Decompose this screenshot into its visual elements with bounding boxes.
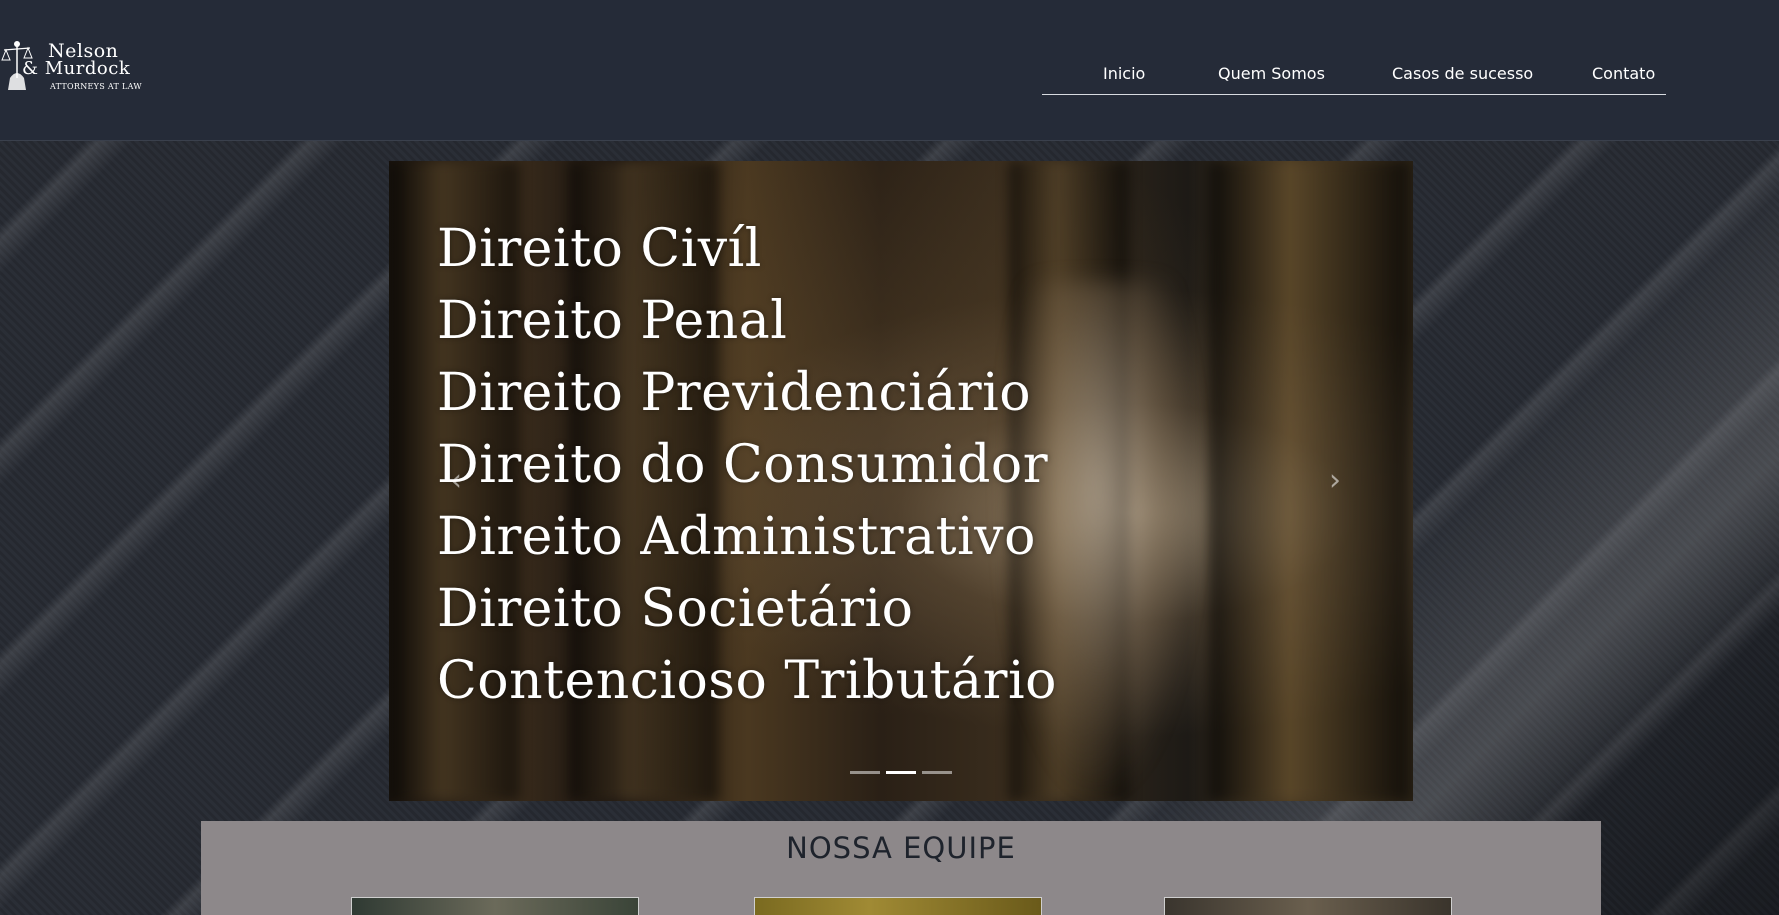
practice-area-item: Direito Penal — [437, 291, 788, 351]
team-member-photo[interactable] — [1164, 897, 1452, 915]
practice-area-item: Direito do Consumidor — [437, 435, 1049, 495]
nav-item-inicio[interactable]: Inicio — [1103, 64, 1145, 83]
carousel-indicator-2[interactable] — [886, 771, 916, 774]
practice-area-item: Contencioso Tributário — [437, 651, 1057, 711]
logo[interactable]: Nelson & Murdock Attorneys at Law — [0, 36, 142, 94]
team-member-photo[interactable] — [754, 897, 1042, 915]
hero-carousel[interactable]: Direito Civíl Direito Penal Direito Prev… — [389, 161, 1413, 801]
practice-areas-list: Direito Civíl Direito Penal Direito Prev… — [437, 213, 1057, 717]
logo-tagline: Attorneys at Law — [50, 82, 142, 91]
carousel-indicators — [850, 771, 960, 775]
practice-area-item: Direito Previdenciário — [437, 363, 1032, 423]
site-header: Nelson & Murdock Attorneys at Law Inicio… — [0, 0, 1779, 141]
nav-item-casos-de-sucesso[interactable]: Casos de sucesso — [1392, 64, 1533, 83]
background-book — [1209, 161, 1409, 801]
nav-item-quem-somos[interactable]: Quem Somos — [1218, 64, 1325, 83]
practice-area-item: Direito Civíl — [437, 219, 762, 279]
team-section-title: NOSSA EQUIPE — [786, 831, 1016, 865]
chevron-left-icon[interactable]: ‹ — [436, 461, 476, 501]
team-member-photo[interactable] — [351, 897, 639, 915]
team-section: NOSSA EQUIPE — [201, 821, 1601, 915]
main-nav: Inicio Quem Somos Casos de sucesso Conta… — [1042, 60, 1666, 95]
practice-area-item: Direito Administrativo — [437, 507, 1036, 567]
carousel-indicator-1[interactable] — [850, 771, 880, 774]
carousel-indicator-3[interactable] — [922, 771, 952, 774]
logo-name-line2: & Murdock — [22, 58, 131, 79]
nav-item-contato[interactable]: Contato — [1592, 64, 1655, 83]
practice-area-item: Direito Societário — [437, 579, 914, 639]
page: Nelson & Murdock Attorneys at Law Inicio… — [0, 0, 1779, 915]
chevron-right-icon[interactable]: › — [1315, 461, 1355, 501]
